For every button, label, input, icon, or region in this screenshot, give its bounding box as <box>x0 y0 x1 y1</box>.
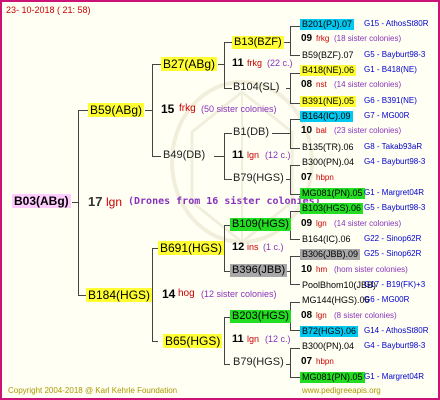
gen4-origin: G6 - MG00R <box>364 295 410 304</box>
root-note: (Drones from 16 sister colonies) <box>128 196 321 207</box>
gen2-node: B65(HGS) <box>163 334 223 348</box>
gen4-note: (23 sister colonies) <box>334 126 402 135</box>
gen2-breed: ins <box>247 242 259 252</box>
gen1-node: B184(HGS) <box>86 288 153 302</box>
gen2-note: (22 c.) <box>267 58 293 68</box>
gen4-node: B135(TR).06 <box>302 142 354 152</box>
gen4-count: 09 <box>301 218 313 229</box>
gen4-node: B164(IC).06 <box>302 234 351 244</box>
gen3-node: B203(HGS) <box>230 310 291 323</box>
gen1-note: (12 sister colonies) <box>201 289 277 299</box>
gen4-node: B59(BZF).07 <box>302 50 354 60</box>
gen4-count: 09 <box>301 33 313 44</box>
gen3-node: B79(HGS) <box>233 356 284 368</box>
gen4-node: MG081(PN).05 <box>300 372 365 383</box>
gen4-origin: G17 - B19(FK)+3 <box>364 280 426 289</box>
gen4-node: MG081(PN).05 <box>300 188 365 199</box>
gen4-breed: lgn <box>316 219 327 228</box>
gen3-node: B109(HGS) <box>230 218 291 231</box>
gen4-origin: G1 - B418(NE) <box>364 65 417 74</box>
gen4-origin: G6 - B391(NE) <box>364 96 417 105</box>
gen4-origin: G5 - Bayburt98-3 <box>364 203 426 212</box>
gen2-breed: frkg <box>247 58 263 68</box>
gen4-node: B418(NE).06 <box>300 65 357 76</box>
gen2-breed: lgn <box>247 150 260 160</box>
gen1-note: (50 sister colonies) <box>201 104 277 114</box>
gen4-count: 08 <box>301 79 313 90</box>
root-breed: lgn <box>106 195 123 209</box>
gen3-node: B104(SL) <box>233 81 280 93</box>
gen3-node: B396(JBB) <box>230 264 288 277</box>
gen4-count: 07 <box>301 172 313 183</box>
gen4-breed: lgn <box>316 311 327 320</box>
gen2-count: 11 <box>232 149 244 161</box>
gen4-node: B300(PN).04 <box>302 341 355 351</box>
gen3-node: B79(HGS) <box>233 172 284 184</box>
gen4-node: B306(JBB).09 <box>300 249 361 260</box>
gen4-breed: hm <box>316 265 328 274</box>
gen4-count: 07 <box>301 356 313 367</box>
gen1-count: 14 <box>162 287 176 301</box>
gen2-note: (12 c.) <box>265 334 291 344</box>
gen4-origin: G8 - Takab93aR <box>364 142 423 151</box>
gen4-origin: G4 - Bayburt98-3 <box>364 157 426 166</box>
gen4-note: (14 sister colonies) <box>334 80 402 89</box>
gen4-breed: bal <box>316 126 327 135</box>
gen4-origin: G1 - Margret04R <box>364 372 425 381</box>
gen4-node: B72(HGS).06 <box>300 326 359 337</box>
footer-site: www.pedigreeapis.org <box>302 386 381 395</box>
gen4-breed: frkg <box>316 34 330 43</box>
gen2-note: (1 c.) <box>263 242 284 252</box>
gen4-node: B103(HGS).06 <box>300 203 364 214</box>
gen2-note: (12 c.) <box>265 150 291 160</box>
root-queen-label: B03(ABg) <box>12 194 71 208</box>
gen4-origin: G14 - AthosSt80R <box>364 326 429 335</box>
gen2-count: 12 <box>232 241 245 253</box>
gen4-origin: G15 - AthosSt80R <box>364 19 429 28</box>
gen4-origin: G1 - Margret04R <box>364 188 425 197</box>
gen2-count: 11 <box>232 57 244 69</box>
gen4-node: B201(PJ).07 <box>300 19 355 30</box>
gen2-breed: lgn <box>247 334 260 344</box>
gen4-note: (8 sister colonies) <box>334 311 397 320</box>
gen4-origin: G25 - Sinop62R <box>364 249 422 258</box>
gen4-origin: G4 - Bayburt98-3 <box>364 341 426 350</box>
report-timestamp: 23- 10-2018 ( 21: 58) <box>6 5 91 15</box>
gen4-node: B300(PN).04 <box>302 157 355 167</box>
gen4-breed: hbpn <box>316 173 334 182</box>
gen4-origin: G22 - Sinop62R <box>364 234 422 243</box>
gen4-node: B391(NE).05 <box>300 96 357 107</box>
gen4-node: B164(IC).09 <box>300 111 353 122</box>
gen2-node: B49(DB) <box>163 149 206 161</box>
footer-copyright: Copyright 2004-2018 @ Karl Kehrle Founda… <box>8 386 178 395</box>
gen4-node: MG144(HGS).06 <box>302 295 370 305</box>
gen4-note: (14 sister colonies) <box>334 219 402 228</box>
gen3-node: B1(DB) <box>233 126 270 138</box>
gen2-node: B691(HGS) <box>158 241 225 255</box>
pedigree-chart: 23- 10-2018 ( 21: 58) B03(ABg) 17 lgn (D… <box>0 0 440 400</box>
gen1-node: B59(ABg) <box>88 103 145 117</box>
root-count: 17 <box>88 194 103 209</box>
gen1-breed: frkg <box>179 103 196 114</box>
gen4-origin: G5 - Bayburt98-3 <box>364 50 426 59</box>
gen4-count: 10 <box>301 264 313 275</box>
gen4-note: (hom sister colonies) <box>334 265 408 274</box>
gen4-note: (18 sister colonies) <box>334 34 402 43</box>
gen4-breed: nst <box>316 80 327 89</box>
gen1-count: 15 <box>161 102 175 116</box>
gen3-node: B13(BZF) <box>232 36 284 49</box>
gen4-count: 08 <box>301 310 313 321</box>
gen4-count: 10 <box>301 125 313 136</box>
gen1-breed: hog <box>178 288 195 299</box>
gen4-origin: G7 - MG00R <box>364 111 410 120</box>
gen2-count: 11 <box>232 333 244 345</box>
gen4-breed: hbpn <box>316 357 334 366</box>
gen2-node: B27(ABg) <box>161 57 218 71</box>
